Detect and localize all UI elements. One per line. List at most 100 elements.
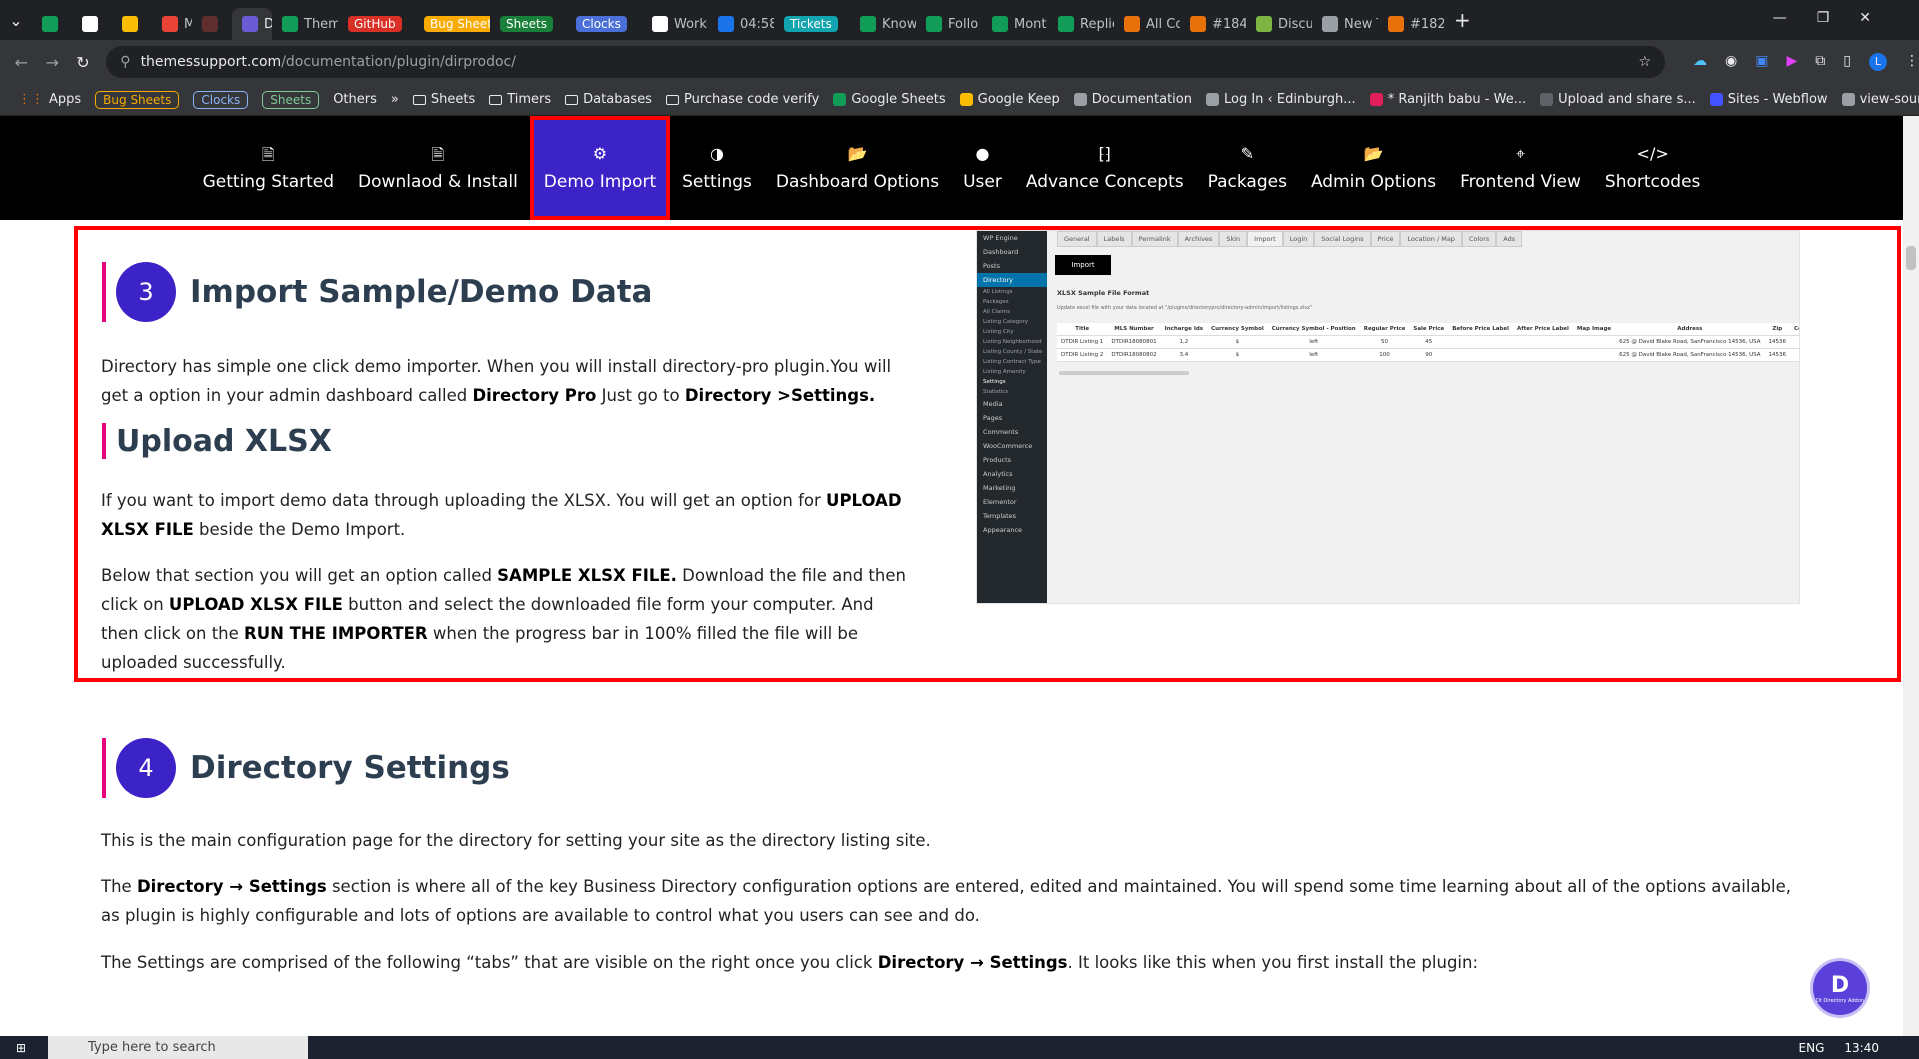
browser-tab[interactable] [112,8,152,40]
bookmark-item[interactable]: Others [333,92,377,107]
browser-menu-icon[interactable]: ⋮ [1905,53,1919,71]
wp-menu-item: WP Engine [983,234,1018,242]
bookmark-item[interactable]: Timers [489,92,551,107]
browser-tab[interactable]: Mont [982,8,1048,40]
nav-item[interactable]: ⚙ Demo Import [529,116,671,220]
browser-tab-bar: ⌄ M D Them GitHub Bug Sheets Sheets Clocks Work… [0,0,1919,40]
tab-favicon-icon [1058,16,1074,32]
tab-title: Work [674,16,707,32]
section-3-intro: Directory has simple one click demo impo… [101,352,921,410]
browser-tab[interactable]: GitHub [338,8,414,40]
nav-item[interactable]: 🗎 Downlaod & Install [346,116,530,220]
bookmark-item[interactable]: Sheets [412,92,475,107]
bookmark-item[interactable]: ⋮⋮ Apps [18,92,81,107]
text: Just go to [596,386,685,405]
nav-item[interactable]: ● User [951,116,1014,220]
fab-caption: Dt Directory Addon [1816,997,1864,1004]
browser-tab[interactable]: Work [642,8,708,40]
bookmark-item[interactable]: view-source:https://... [1841,92,1919,107]
forward-icon[interactable]: → [37,53,68,72]
browser-tab[interactable]: Replie [1048,8,1114,40]
nav-item[interactable]: 📂 Admin Options [1299,116,1448,220]
browser-tab[interactable]: Sheets [490,8,566,40]
wp-menu-item: Templates [983,512,1017,520]
nav-item[interactable]: ⌖ Frontend View [1448,116,1593,220]
tab-search-icon[interactable]: ⌄ [0,11,32,30]
browser-tab[interactable] [32,8,72,40]
browser-tab[interactable]: Them [272,8,338,40]
scrollbar-thumb[interactable] [1906,246,1916,270]
nav-item[interactable]: ⁅⁆ Advance Concepts [1014,116,1196,220]
browser-tab[interactable]: Bug Sheets [414,8,490,40]
bookmark-item[interactable]: Google Sheets [833,92,946,107]
wp-table-row: DTDIR Listing 1 DTDIR18080801 1,2 $ left 50 45… [1057,335,1799,349]
taskbar-search-input[interactable]: Type here to search [48,1036,308,1059]
wp-menu-item: Posts [983,262,1000,270]
browser-tab[interactable] [72,8,112,40]
puzzle-extensions-icon[interactable]: ⧉ [1815,53,1825,71]
new-tab-button[interactable]: + [1454,8,1471,32]
translate-extension-icon[interactable]: ▣ [1755,53,1768,71]
profile-avatar[interactable]: L [1868,53,1887,71]
bookmark-item[interactable]: Clocks [193,90,249,109]
upload-xlsx-paragraph: If you want to import demo data through … [101,486,921,544]
bookmark-item[interactable]: * Ranjith babu - We... [1369,92,1526,107]
bookmark-item[interactable]: Google Keep [959,92,1060,107]
browser-tab[interactable]: Clocks [566,8,642,40]
bookmark-item[interactable]: » [391,92,399,107]
browser-tab[interactable]: Know [850,8,916,40]
bookmark-item[interactable]: Upload and share s... [1540,92,1696,107]
browser-tab[interactable]: #1824 [1378,8,1444,40]
directory-addon-button[interactable]: D Dt Directory Addon [1810,958,1870,1018]
nav-item[interactable]: ✎ Packages [1196,116,1299,220]
video-extension-icon[interactable]: ▶ [1786,53,1797,71]
nav-item[interactable]: 📂 Dashboard Options [764,116,951,220]
browser-tab[interactable]: D [232,8,272,40]
bookmark-label: Log In ‹ Edinburgh... [1223,92,1356,107]
bookmark-item[interactable]: Log In ‹ Edinburgh... [1205,92,1356,107]
bookmark-star-icon[interactable]: ☆ [1638,54,1651,70]
nav-item[interactable]: </> Shortcodes [1593,116,1712,220]
browser-tab[interactable]: All Co [1114,8,1180,40]
tab-title: Mont [1014,16,1047,32]
browser-tab[interactable]: Discu [1246,8,1312,40]
bookmark-item[interactable]: Sheets [262,90,320,109]
bookmark-item[interactable]: Documentation [1073,92,1192,107]
bookmark-item[interactable]: Databases [565,92,652,107]
bookmark-favicon-icon [833,93,847,106]
page-scrollbar[interactable] [1903,116,1919,1036]
wp-table-cell [1448,335,1513,349]
browser-tab[interactable]: Follo [916,8,982,40]
nav-label: Dashboard Options [775,172,940,192]
camera-extension-icon[interactable]: ◉ [1725,53,1737,71]
browser-tab[interactable] [192,8,232,40]
nav-item[interactable]: ◑ Settings [670,116,764,220]
site-info-icon[interactable]: ⚲ [120,54,130,70]
section-4-paragraph: The Directory → Settings section is wher… [101,872,1801,930]
windows-start-icon[interactable]: ⊞ [16,1041,26,1055]
browser-tab[interactable]: New T [1312,8,1378,40]
reload-icon[interactable]: ↻ [68,53,99,72]
sidebar-icon[interactable]: ▯ [1843,53,1851,71]
wp-menu-item: Analytics [983,470,1013,478]
browser-tab[interactable]: M [152,8,192,40]
tab-favicon-icon [162,16,178,32]
wp-menu-item: Listing County / State [983,349,1043,355]
nav-label: Getting Started [202,172,335,192]
wp-format-note: Update excel file with your data located… [1057,305,1313,311]
nav-item[interactable]: 🗎 Getting Started [191,116,346,220]
wp-settings-tab: Location / Map [1400,231,1462,247]
section-4-tabs-paragraph: The Settings are comprised of the follow… [101,948,1801,977]
extension-icon[interactable]: ☁ [1693,53,1707,71]
back-icon[interactable]: ← [6,53,37,72]
bookmark-item[interactable]: Sites - Webflow [1709,92,1828,107]
tab-favicon-icon [1388,16,1404,32]
url-input[interactable]: ⚲ themessupport.com/documentation/plugin… [106,46,1666,78]
browser-tab[interactable]: #1848 [1180,8,1246,40]
browser-tab[interactable]: 04:58 [708,8,774,40]
browser-tab[interactable]: Tickets [774,8,850,40]
bookmark-item[interactable]: Bug Sheets [95,90,180,109]
bookmark-favicon-icon [1369,93,1383,106]
window-controls[interactable]: —❐✕ [1773,10,1901,26]
bookmark-item[interactable]: Purchase code verify [665,92,819,107]
